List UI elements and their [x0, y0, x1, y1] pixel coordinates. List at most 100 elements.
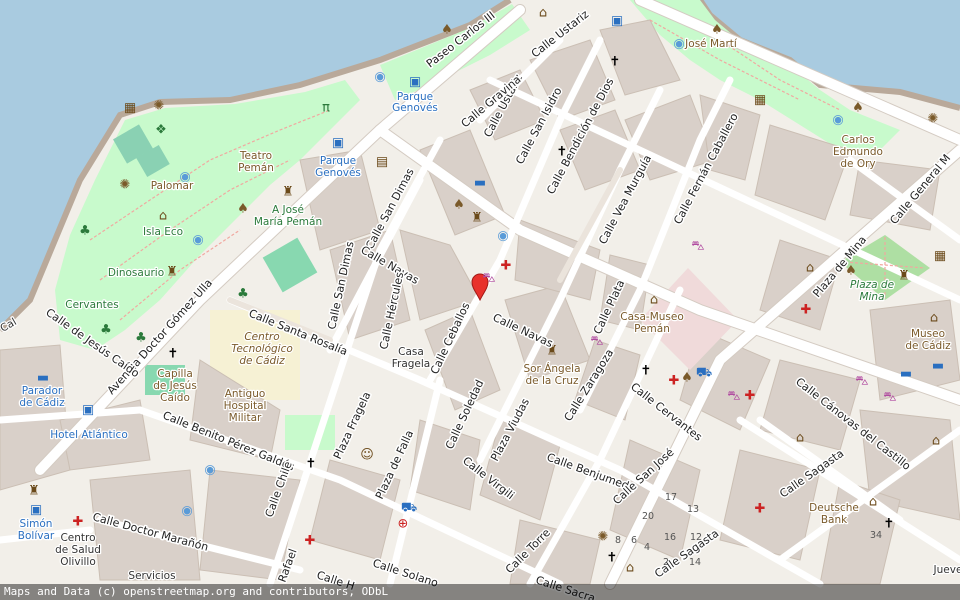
poi-label-palomar: Palomar	[151, 180, 194, 192]
house-number: 34	[870, 530, 882, 541]
poi-label-parque-genoves: Genovés	[392, 102, 438, 114]
bus-stop-icon[interactable]: ▣	[409, 75, 421, 90]
poi-label-carlos: Edmundo	[833, 146, 883, 158]
shopping-cart-icon: ⛍	[883, 390, 896, 405]
church-cross-icon: ✝	[884, 517, 895, 532]
hotel-bed-icon: ▬	[932, 359, 944, 374]
house-number: 12	[690, 532, 702, 543]
poi-label-jueve: Jueve	[933, 564, 960, 576]
bus-stop-icon[interactable]: ▣	[332, 136, 344, 151]
pharmacy-cross-icon: ✚	[801, 303, 812, 318]
pharmacy-cross-icon: ✚	[745, 389, 756, 404]
fountain-icon: ◉	[192, 233, 203, 248]
poi-label-museo-cadiz: Museo	[911, 328, 945, 340]
museum-icon: ⌂	[626, 561, 634, 576]
monument-icon: ▦	[934, 249, 946, 264]
taxi-icon[interactable]: ⛟	[401, 501, 417, 516]
theatre-masks-icon: ☺	[360, 448, 374, 463]
poi-label-centro-tecnologico: de Cádiz	[239, 355, 285, 367]
poi-label-centro-tecnologico: Tecnológico	[231, 343, 293, 355]
poi-label-isla-eco: Isla Eco	[143, 226, 183, 238]
hotel-bed-icon: ▬	[37, 371, 49, 386]
fountain-icon: ◉	[497, 229, 508, 244]
bus-stop-icon[interactable]: ▣	[30, 503, 42, 518]
poi-label-casa-museo: Pemán	[634, 323, 670, 335]
poi-label-hotel: Hotel Atlántico	[50, 429, 128, 441]
monument-icon: ▦	[754, 93, 766, 108]
bank-icon: ⌂	[806, 261, 814, 276]
viewpoint-icon: ✺	[598, 530, 609, 545]
tree-icon: ♠	[453, 198, 465, 213]
poi-label-antiguo-hospital: Hospital	[224, 400, 267, 412]
house-number: 20	[642, 511, 654, 522]
tree-icon: ♠	[441, 23, 453, 38]
hotel-bed-icon: ▬	[900, 367, 912, 382]
shopping-cart-icon: ⛍	[482, 271, 495, 286]
fountain-icon: ◉	[181, 504, 192, 519]
poi-label-simon-bolivar: Simón	[20, 518, 53, 530]
museum-icon: ⌂	[932, 434, 940, 449]
monument-icon: ♜	[28, 484, 40, 499]
museum-icon: ⌂	[539, 6, 547, 21]
poi-label-capilla: Caído	[160, 392, 190, 404]
poi-label-a-jose: A José	[272, 204, 304, 216]
house-number: 17	[665, 492, 677, 503]
bus-stop-icon[interactable]: ▣	[82, 403, 94, 418]
shopping-cart-icon: ⛍	[691, 239, 704, 254]
map-canvas[interactable]: ✝ ✝ ✝ ✝ ✝ ✝ ✝ ✚ ✚ ✚ ✚ ✚ ✚ ✚ ⊕ ▣ ▣ ▣ ▣ ▣ …	[0, 0, 960, 600]
fountain-icon: ◉	[204, 463, 215, 478]
poi-label-casa-museo: Casa-Museo	[620, 311, 684, 323]
church-cross-icon: ✝	[610, 55, 621, 70]
house-number: 8	[615, 535, 621, 546]
map-attribution[interactable]: Maps and Data (c) openstreetmap.org and …	[0, 584, 960, 600]
pharmacy-cross-icon: ✚	[501, 259, 512, 274]
poi-label-centro-salud: Olivillo	[60, 556, 96, 568]
poi-label-carlos: Carlos	[842, 134, 875, 146]
poi-label-museo-cadiz: de Cádiz	[905, 340, 951, 352]
poi-label-teatro: Teatro	[239, 150, 272, 162]
house-number: 13	[687, 504, 699, 515]
poi-label-capilla: de Jesús	[153, 380, 197, 392]
poi-label-parador: de Cádiz	[19, 397, 65, 409]
bank-icon: ⌂	[796, 431, 804, 446]
museum-icon: ⌂	[650, 293, 658, 308]
poi-label-dinosaurio: Dinosaurio	[108, 267, 164, 279]
viewpoint-icon: ✺	[120, 178, 131, 193]
poi-label-parque-genoves: Parque	[320, 155, 356, 167]
poi-label-parque-genoves: Genovés	[315, 167, 361, 179]
tree-icon: ♠	[852, 101, 864, 116]
pharmacy-cross-icon: ✚	[73, 515, 84, 530]
playground-icon: ♣	[79, 224, 91, 239]
viewpoint-icon: ✺	[154, 99, 165, 114]
house-number: 4	[644, 542, 650, 553]
church-cross-icon: ✝	[168, 347, 179, 362]
church-cross-icon: ✝	[641, 364, 652, 379]
picnic-table-icon: π	[322, 101, 330, 116]
poi-label-plaza-mina: Mina	[859, 291, 884, 303]
fountain-icon: ◉	[374, 70, 385, 85]
poi-label-carlos: de Ory	[840, 158, 875, 170]
poi-label-teatro: Pemán	[238, 162, 274, 174]
fountain-icon: ◉	[832, 113, 843, 128]
playground-icon: ♣	[237, 287, 249, 302]
monument-icon: ♜	[166, 265, 178, 280]
house-number: 6	[631, 535, 637, 546]
tree-icon: ♠	[711, 23, 723, 38]
dog-park-icon: ❖	[155, 123, 167, 138]
fountain-icon: ◉	[673, 37, 684, 52]
poi-label-a-jose: María Pemán	[254, 216, 322, 228]
bus-stop-icon[interactable]: ▣	[611, 14, 623, 29]
tree-icon: ♠	[681, 371, 693, 386]
taxi-icon[interactable]: ⛟	[696, 366, 712, 381]
hotel-bed-icon: ▬	[474, 176, 486, 191]
playground-icon: ♣	[100, 323, 112, 338]
monument-icon: ♜	[471, 211, 483, 226]
viewpoint-icon: ✺	[928, 112, 939, 127]
poi-label-sor-angela: Sor Ángela	[523, 362, 580, 375]
bank-icon: ⌂	[869, 495, 877, 510]
poi-label-simon-bolivar: Bolívar	[18, 530, 55, 542]
pharmacy-cross-icon: ✚	[305, 534, 316, 549]
poi-label-plaza-mina: Plaza de	[850, 279, 894, 291]
poi-label-antiguo-hospital: Militar	[229, 412, 262, 424]
poi-label-parador: Parador	[22, 385, 63, 397]
